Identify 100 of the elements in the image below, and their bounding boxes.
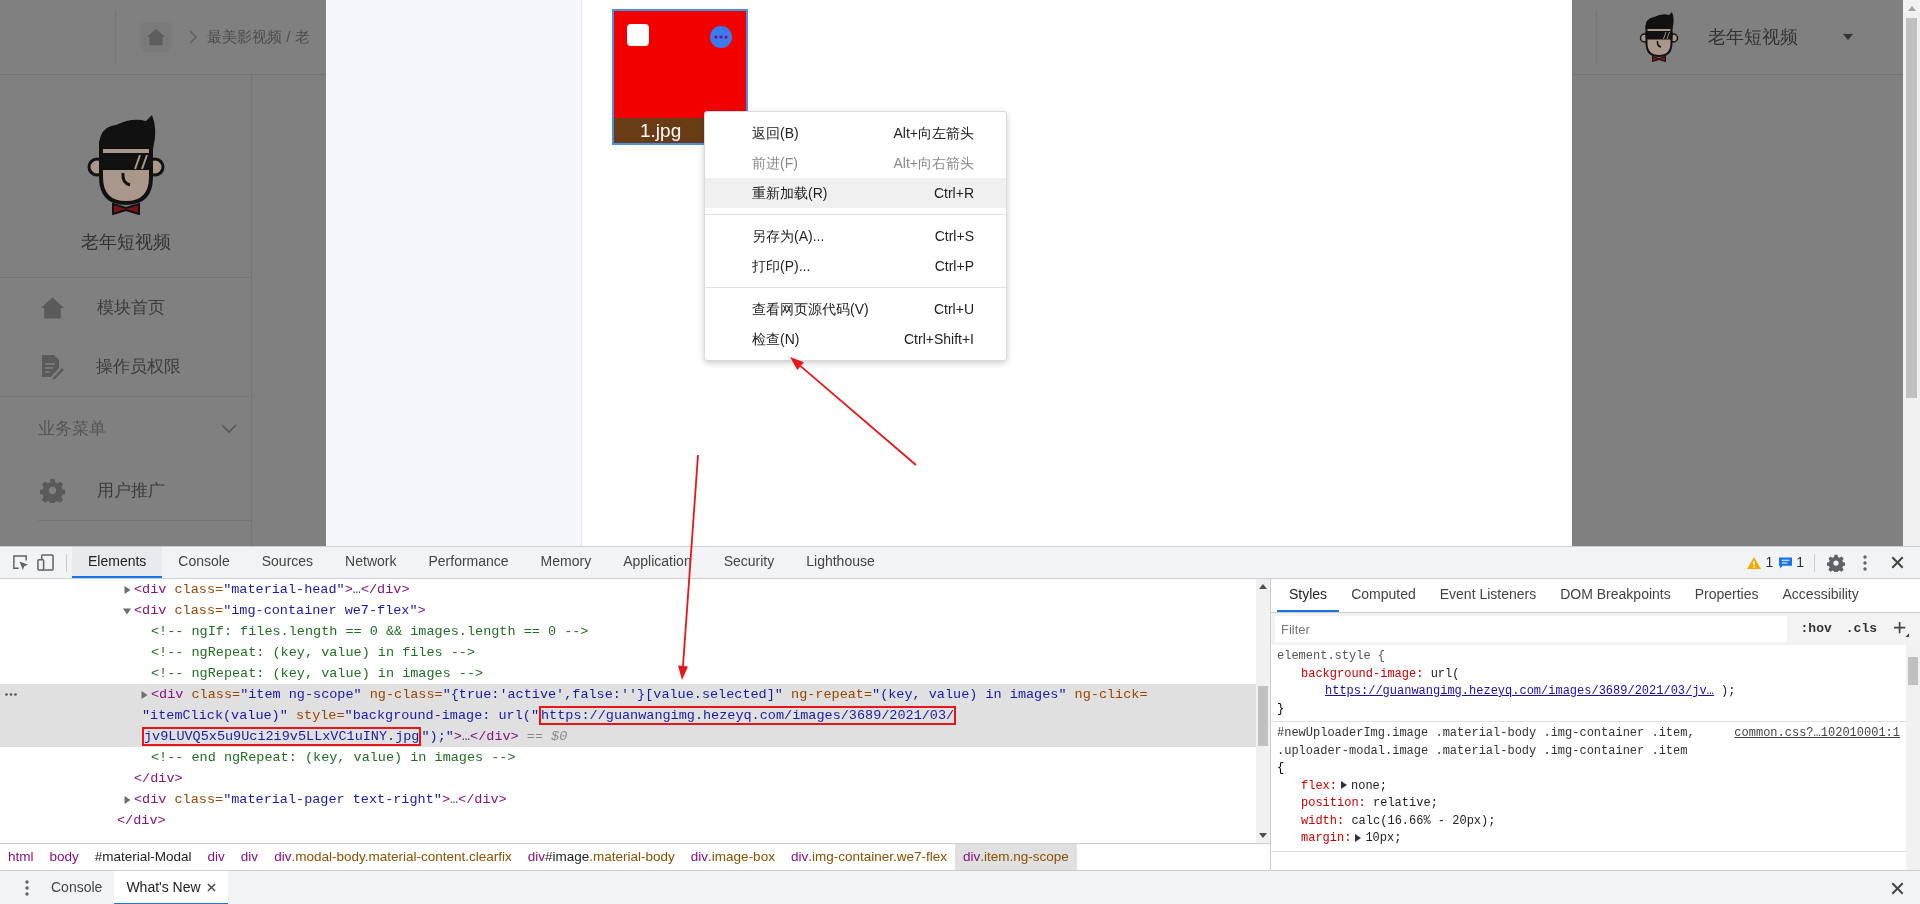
settings-icon[interactable] <box>1827 553 1845 572</box>
selected-row[interactable] <box>0 684 1256 747</box>
drawer-tab[interactable]: Console <box>39 871 115 904</box>
context-menu-item[interactable]: 查看网页源代码(V) Ctrl+U <box>705 294 1006 324</box>
dom-breadcrumb[interactable]: div.modal-body.material-content.clearfix <box>266 844 520 870</box>
close-icon[interactable] <box>1891 881 1904 895</box>
devtools-tab[interactable]: Lighthouse <box>790 547 891 578</box>
devtools-tab[interactable]: Elements <box>72 547 163 578</box>
sidebar-pane-tab[interactable]: Computed <box>1339 579 1428 612</box>
dom-breadcrumb[interactable]: div.image-box <box>682 844 783 870</box>
code-text: </div> <box>134 771 183 786</box>
code-text: "itemClick(value)" style="background-image: url(" <box>142 708 539 723</box>
css-value: relative; <box>1373 796 1438 810</box>
add-rule-icon[interactable] <box>1893 620 1910 638</box>
context-menu-item[interactable]: 打印(P)... Ctrl+P <box>705 251 1006 281</box>
scroll-up-icon[interactable] <box>1259 584 1267 589</box>
chevron-icon <box>221 424 237 434</box>
home-icon <box>146 28 166 46</box>
context-menu-item[interactable]: 另存为(A)... Ctrl+S <box>705 221 1006 251</box>
dom-breadcrumb[interactable]: div#image.material-body <box>519 844 683 870</box>
more-icon[interactable] <box>710 26 732 48</box>
inspect-element-icon[interactable] <box>12 554 29 571</box>
more-options-icon[interactable] <box>1863 554 1867 571</box>
code-text: <!-- end ngRepeat: (key, value) in images --> <box>151 750 516 765</box>
close-icon[interactable] <box>1891 556 1904 569</box>
disclosure-triangle-icon[interactable] <box>123 796 131 804</box>
sidebar-pane-tab[interactable]: Properties <box>1682 579 1771 612</box>
code-text: <div class="material-head">…</div> <box>134 582 410 597</box>
home-icon <box>40 295 65 320</box>
brand-name: 老年短视频 <box>80 231 171 254</box>
code-text: <div class="img-container we7-flex"> <box>134 603 426 618</box>
code-text: <!-- ngRepeat: (key, value) in images --> <box>151 666 484 681</box>
drawer-tab[interactable]: What's New <box>114 871 228 904</box>
chevron-right-icon <box>189 30 197 44</box>
dom-breadcrumb[interactable]: body <box>41 844 87 870</box>
filter-field[interactable]: Filter <box>1275 616 1787 642</box>
cartoon-face-logo <box>1639 12 1679 62</box>
device-toolbar-icon[interactable] <box>37 554 54 571</box>
message-count: 1 <box>1796 553 1804 572</box>
devtools-tab[interactable]: Application <box>607 547 708 578</box>
css-value: ); <box>1720 684 1736 698</box>
css-brace: { <box>1277 760 1286 777</box>
scrollbar-thumb[interactable] <box>1906 18 1917 398</box>
css-value: calc(16.66% - 20px); <box>1351 813 1496 828</box>
css-selector: #newUploaderImg.image .material-body .img-container .item, .uploader-modal.image .material-body .img-container .item <box>1277 725 1696 760</box>
scrollbar-thumb[interactable] <box>1908 657 1918 685</box>
code-text: <div class="item ng-scope" ng-class="{true:'active',false:''}[value.selected]" ng-repeat="(key, value) in images" ng-click= <box>151 687 1148 702</box>
expand-triangle-icon[interactable] <box>1355 833 1362 842</box>
warning-count: 1 <box>1765 553 1774 572</box>
url-annotation-box: jv9LUVQ5x5u9Uci2i9v5LLxVC1uINY.jpg <box>142 727 422 746</box>
checkbox[interactable] <box>627 24 649 46</box>
css-selector: element.style { <box>1277 648 1387 665</box>
dom-breadcrumb[interactable]: html <box>0 844 42 870</box>
more-icon[interactable] <box>5 693 17 696</box>
css-property: background-image: <box>1301 666 1424 681</box>
dom-breadcrumb[interactable]: div <box>232 844 267 870</box>
dom-breadcrumb[interactable]: div.item.ng-scope <box>955 844 1077 870</box>
disclosure-triangle-icon[interactable] <box>123 607 131 615</box>
scroll-down-icon[interactable] <box>1259 833 1267 838</box>
dom-breadcrumb[interactable]: div.img-container.we7-flex <box>782 844 955 870</box>
sidebar-pane-tab[interactable]: DOM Breakpoints <box>1548 579 1683 612</box>
close-icon[interactable] <box>206 882 216 892</box>
code-text: ");">…</div> == $0 <box>421 729 568 744</box>
style-toggle[interactable]: .cls <box>1845 619 1877 639</box>
scrollbar-thumb[interactable] <box>1258 686 1268 746</box>
css-value: 10px; <box>1365 831 1402 845</box>
devtools-tab[interactable]: Sources <box>245 547 330 578</box>
code-text: <!-- ngRepeat: (key, value) in files --> <box>151 645 476 660</box>
style-toggle[interactable]: :hov <box>1800 619 1832 639</box>
css-property: flex: <box>1301 778 1337 793</box>
css-value: none; <box>1351 778 1388 793</box>
sidebar-pane-tab[interactable]: Accessibility <box>1770 579 1871 612</box>
context-menu-item[interactable]: 重新加载(R) Ctrl+R <box>705 178 1006 208</box>
disclosure-triangle-icon[interactable] <box>123 586 131 594</box>
image-tile[interactable]: 1.jpg <box>612 9 748 145</box>
devtools-tab[interactable]: Network <box>329 547 413 578</box>
gear-icon <box>40 478 65 503</box>
devtools-tab[interactable]: Security <box>707 547 791 578</box>
css-property: margin: <box>1301 831 1352 845</box>
css-brace: } <box>1277 700 1286 718</box>
url-annotation-box: https://guanwangimg.hezeyq.com/images/3689/2021/03/ <box>539 706 957 725</box>
css-property: position: <box>1301 796 1366 810</box>
message-icon[interactable] <box>1779 556 1793 569</box>
css-url-link[interactable]: https://guanwangimg.hezeyq.com/images/3689/2021/03/jv… <box>1325 684 1714 698</box>
context-menu-item[interactable]: 检查(N) Ctrl+Shift+I <box>705 324 1006 354</box>
css-value: url( <box>1430 666 1460 681</box>
css-property: width: <box>1301 813 1345 828</box>
disclosure-triangle-icon[interactable] <box>140 691 148 699</box>
devtools-tab[interactable]: Console <box>162 547 246 578</box>
caret-down-icon[interactable] <box>1843 34 1853 40</box>
code-text: <!-- ngIf: files.length == 0 && images.length == 0 --> <box>151 624 589 639</box>
devtools-tab[interactable]: Memory <box>524 547 608 578</box>
drawer-menu-icon[interactable] <box>25 880 29 896</box>
css-source-link[interactable]: common.css?…102010001:1 <box>1734 725 1900 743</box>
devtools-tab[interactable]: Performance <box>412 547 525 578</box>
dom-breadcrumb[interactable]: div <box>199 844 233 870</box>
dom-breadcrumb[interactable]: #material-Modal <box>86 844 200 870</box>
sidebar-pane-tab[interactable]: Event Listeners <box>1427 579 1549 612</box>
expand-triangle-icon[interactable] <box>1341 781 1347 790</box>
code-text: <div class="material-pager text-right">…</div> <box>134 792 507 807</box>
